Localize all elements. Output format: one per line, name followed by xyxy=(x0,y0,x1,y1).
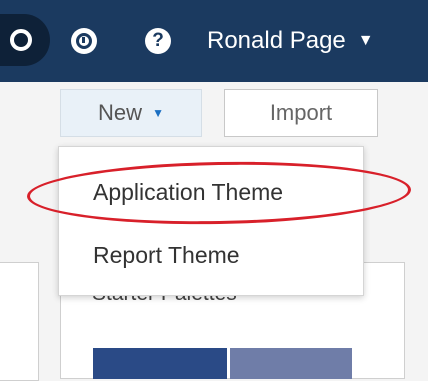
search-button[interactable] xyxy=(0,14,50,66)
history-icon[interactable] xyxy=(71,28,97,54)
menu-item-label: Report Theme xyxy=(93,241,240,268)
import-button[interactable]: Import xyxy=(224,89,378,137)
palette-swatch-dark xyxy=(93,348,227,379)
import-button-label: Import xyxy=(269,100,333,125)
top-navigation-bar: ? Ronald Page ▼ xyxy=(0,0,428,82)
menu-item-label: Application Theme xyxy=(93,178,284,205)
new-dropdown-menu: Application Theme Report Theme xyxy=(58,146,364,296)
new-button-label: New xyxy=(98,100,143,125)
search-icon xyxy=(10,29,32,51)
chevron-down-icon: ▼ xyxy=(357,32,374,49)
chevron-down-icon: ▼ xyxy=(152,106,164,120)
new-button[interactable]: New ▼ xyxy=(60,89,202,137)
user-menu[interactable]: Ronald Page ▼ xyxy=(207,24,374,58)
user-name: Ronald Page xyxy=(207,27,346,54)
help-icon[interactable]: ? xyxy=(145,28,171,54)
menu-item-application-theme[interactable]: Application Theme xyxy=(59,164,363,220)
menu-item-report-theme[interactable]: Report Theme xyxy=(59,227,363,283)
palette-swatch-light xyxy=(230,348,352,379)
theme-card-left[interactable] xyxy=(0,262,39,381)
